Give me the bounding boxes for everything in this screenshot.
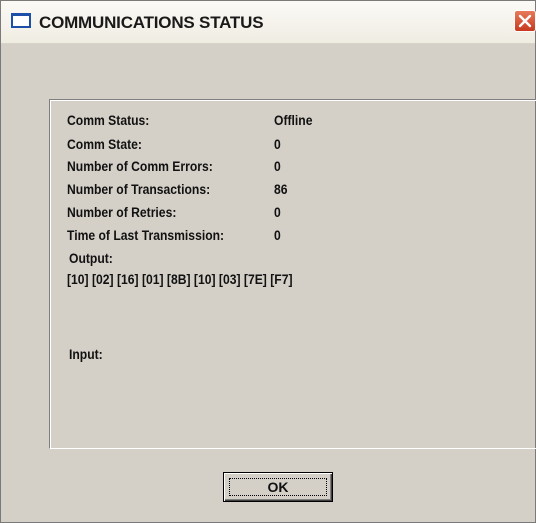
comm-state-label: Comm State: (67, 137, 142, 152)
comm-errors-value: 0 (274, 159, 281, 174)
retries-value: 0 (274, 205, 281, 220)
close-button[interactable] (514, 10, 536, 32)
input-label: Input: (69, 347, 103, 362)
communications-status-dialog: COMMUNICATIONS STATUS Comm Status: Offli… (0, 0, 536, 523)
output-value: [10] [02] [16] [01] [8B] [10] [03] [7E] … (67, 272, 293, 287)
transactions-label: Number of Transactions: (67, 182, 211, 197)
comm-status-value: Offline (274, 113, 313, 128)
window-icon (11, 13, 31, 28)
retries-label: Number of Retries: (67, 205, 177, 220)
output-label: Output: (69, 251, 113, 266)
close-icon (518, 14, 532, 28)
last-transmission-label: Time of Last Transmission: (67, 228, 225, 243)
comm-errors-label: Number of Comm Errors: (67, 159, 213, 174)
window-title: COMMUNICATIONS STATUS (39, 13, 264, 32)
comm-state-value: 0 (274, 137, 281, 152)
comm-status-label: Comm Status: (67, 113, 150, 128)
ok-button-label: OK (267, 479, 289, 495)
ok-button[interactable]: OK (223, 472, 333, 502)
last-transmission-value: 0 (274, 228, 281, 243)
transactions-value: 86 (274, 182, 288, 197)
title-bar[interactable]: COMMUNICATIONS STATUS (1, 1, 536, 44)
